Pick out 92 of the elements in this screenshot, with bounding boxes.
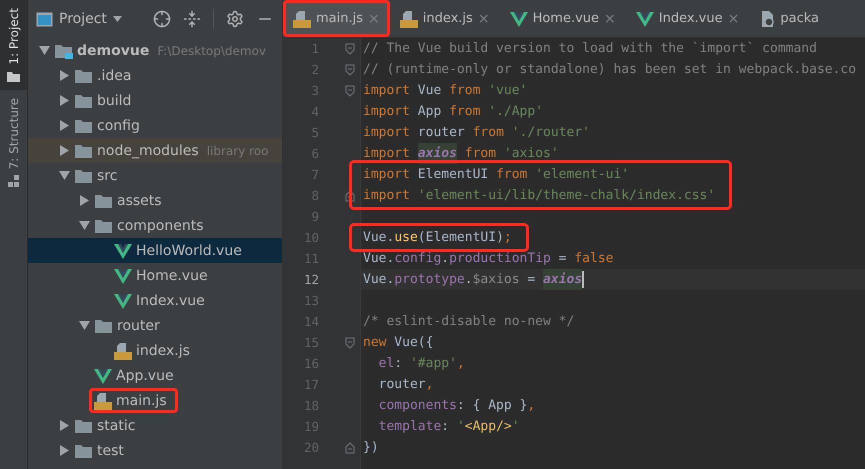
caret-icon — [112, 16, 122, 22]
vue-file-icon — [510, 10, 528, 26]
tree-item[interactable]: Index.vue — [28, 288, 282, 313]
config-file-icon — [759, 10, 776, 28]
vue-file-icon — [636, 10, 654, 26]
collapsed-arrow-icon[interactable] — [78, 195, 90, 206]
folder-icon — [74, 68, 93, 84]
fold-icon[interactable] — [345, 84, 355, 96]
editor-tab[interactable]: packa — [749, 0, 829, 37]
code-line: Vue.config.productionTip = false — [362, 250, 614, 268]
code-line: // The Vue build version to load with the `import` command — [362, 40, 818, 58]
code-line: import App from './App' — [362, 103, 544, 121]
collapsed-arrow-icon[interactable] — [58, 95, 70, 106]
text-cursor — [582, 271, 584, 288]
tree-item[interactable]: HelloWorld.vue — [28, 238, 282, 263]
code-line: import 'element-ui/lib/theme-chalk/index.css' — [362, 187, 716, 205]
fold-icon[interactable] — [345, 190, 355, 202]
folder-icon — [74, 92, 93, 108]
tree-item[interactable]: Home.vue — [28, 263, 282, 288]
folder-icon — [94, 192, 113, 208]
settings-icon[interactable] — [226, 10, 244, 28]
code-line: components: { App }, — [378, 397, 536, 415]
editor-tab[interactable]: Home.vue × — [500, 0, 626, 37]
tree-item[interactable]: demovue F:\Desktop\demov — [28, 38, 282, 63]
code-line: import Vue from 'vue' — [362, 82, 528, 100]
fold-icon[interactable] — [345, 42, 355, 54]
tree-item[interactable]: App.vue — [28, 363, 282, 388]
code-line: router, — [378, 376, 434, 394]
vue-file-icon — [114, 292, 132, 308]
vue-file-icon — [114, 242, 132, 258]
code-line: import axios from 'axios' — [361, 143, 865, 164]
collapsed-arrow-icon[interactable] — [58, 445, 70, 456]
code-line: import router from './router' — [362, 124, 591, 142]
tree-item[interactable]: main.js — [28, 388, 282, 413]
editor-tab[interactable]: Index.vue × — [626, 0, 750, 37]
code-line: /* eslint-disable no-new */ — [362, 313, 576, 331]
expanded-arrow-icon[interactable] — [38, 45, 50, 56]
collapsed-arrow-icon[interactable] — [58, 420, 70, 431]
tree-item[interactable]: assets — [28, 188, 282, 213]
code-line: }) — [362, 439, 380, 457]
tree-item[interactable]: config — [28, 113, 282, 138]
js-file-icon — [400, 10, 418, 28]
editor-tab[interactable]: index.js × — [390, 0, 500, 37]
editor-tab[interactable]: main.js × — [283, 0, 390, 37]
tree-item[interactable]: router — [28, 313, 282, 338]
tree-item[interactable]: build — [28, 88, 282, 113]
code-line: Vue.use(ElementUI); — [362, 229, 512, 247]
code-line: template: '<App/>' — [378, 418, 521, 436]
js-file-icon — [114, 342, 132, 360]
js-file-icon — [94, 392, 112, 410]
folder-icon — [94, 318, 113, 334]
expanded-arrow-icon[interactable] — [78, 320, 90, 331]
collapsed-arrow-icon[interactable] — [58, 145, 70, 156]
folder-icon — [94, 218, 113, 234]
collapse-all-icon[interactable] — [183, 10, 201, 28]
fold-icon[interactable] — [345, 336, 355, 348]
fold-icon[interactable] — [345, 442, 355, 454]
vue-file-icon — [114, 268, 132, 284]
folder-icon — [7, 70, 20, 82]
tree-item[interactable]: node_modules library roo — [28, 138, 282, 163]
tree-item[interactable]: static — [28, 413, 282, 438]
structure-icon — [8, 174, 20, 187]
module-icon — [54, 42, 73, 58]
code-line: el: '#app', — [378, 355, 466, 373]
expanded-arrow-icon[interactable] — [78, 220, 90, 231]
expanded-arrow-icon[interactable] — [58, 170, 70, 181]
window-icon — [36, 12, 53, 26]
collapsed-arrow-icon[interactable] — [58, 120, 70, 131]
folder-icon — [74, 168, 93, 184]
path-hint: library roo — [206, 144, 268, 158]
collapsed-arrow-icon[interactable] — [58, 70, 70, 81]
js-file-icon — [293, 10, 311, 28]
tool-window-tab[interactable]: 1: Project — [0, 0, 27, 90]
line-number: 12 — [302, 272, 319, 287]
locate-icon[interactable] — [153, 10, 171, 28]
folder-icon — [74, 442, 93, 458]
tool-window-tab[interactable]: 7: Structure — [0, 90, 27, 195]
view-dropdown[interactable]: Project — [36, 11, 122, 27]
folder-icon — [74, 118, 93, 134]
tree-item[interactable]: test — [28, 438, 282, 463]
code-line: new Vue({ — [362, 334, 434, 352]
tree-item[interactable]: src — [28, 163, 282, 188]
tree-item[interactable]: index.js — [28, 338, 282, 363]
tree-item[interactable]: components — [28, 213, 282, 238]
fold-icon[interactable] — [345, 64, 355, 76]
vue-file-icon — [94, 368, 112, 384]
code-line: // (runtime-only or standalone) has been set in webpack.base.co — [362, 61, 858, 79]
code-line: import ElementUI from 'element-ui' — [362, 166, 630, 184]
folder-icon — [74, 142, 93, 158]
folder-icon — [74, 418, 93, 434]
tree-item[interactable]: .idea — [28, 63, 282, 88]
path-hint: F:\Desktop\demov — [157, 44, 266, 58]
